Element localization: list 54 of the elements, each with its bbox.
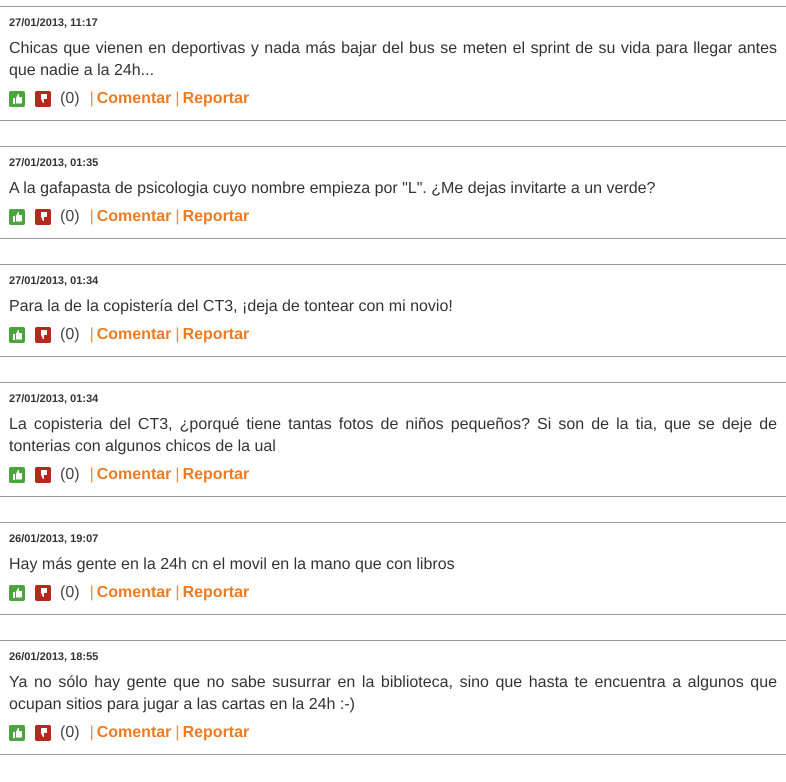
- thumbs-up-icon[interactable]: [9, 91, 25, 107]
- separator: |: [90, 723, 94, 743]
- vote-count: (0): [60, 465, 80, 485]
- thumbs-up-icon[interactable]: [9, 467, 25, 483]
- separator: |: [90, 325, 94, 345]
- post-date: 27/01/2013, 01:34: [9, 275, 100, 288]
- vote-count: (0): [60, 583, 80, 603]
- separator: |: [175, 325, 180, 345]
- separator: |: [90, 207, 94, 227]
- post-text: A la gafapasta de psicologia cuyo nombre empieza por "L". ¿Me dejas invitarte a un verde?: [9, 179, 656, 199]
- post-text: Chicas que vienen en deportivas y nada más bajar del bus se meten el sprint de su vida para llegar antes que nadie a la 24h...: [9, 39, 777, 81]
- separator: |: [175, 465, 180, 485]
- thumbs-down-icon[interactable]: [35, 467, 51, 483]
- post-date: 27/01/2013, 11:17: [9, 17, 99, 30]
- thumbs-down-icon[interactable]: [35, 585, 51, 601]
- separator: |: [90, 583, 94, 603]
- thumbs-down-icon[interactable]: [35, 209, 51, 225]
- comment-link[interactable]: Comentar: [96, 583, 172, 603]
- vote-count: (0): [60, 207, 80, 227]
- vote-count: (0): [60, 89, 80, 109]
- separator: |: [175, 723, 180, 743]
- comment-link[interactable]: Comentar: [96, 465, 172, 485]
- post-text: Ya no sólo hay gente que no sabe susurrar en la biblioteca, sino que hasta te encuentra a algunos que ocupan sitios para jugar a las cartas en la 24h :-): [9, 673, 777, 715]
- post-text: Hay más gente en la 24h cn el movil en la mano que con libros: [9, 555, 456, 575]
- thumbs-down-icon[interactable]: [35, 91, 51, 107]
- report-link[interactable]: Reportar: [182, 583, 250, 603]
- separator: |: [175, 89, 180, 109]
- thumbs-up-icon[interactable]: [9, 327, 25, 343]
- separator: |: [175, 583, 180, 603]
- thumbs-down-icon[interactable]: [35, 725, 51, 741]
- report-link[interactable]: Reportar: [182, 723, 250, 743]
- comment-link[interactable]: Comentar: [96, 207, 172, 227]
- post-date: 27/01/2013, 01:34: [9, 393, 100, 406]
- thumbs-down-icon[interactable]: [35, 327, 51, 343]
- thumbs-up-icon[interactable]: [9, 209, 25, 225]
- post-date: 27/01/2013, 01:35: [9, 157, 100, 170]
- report-link[interactable]: Reportar: [182, 207, 250, 227]
- post-text: Para la de la copistería del CT3, ¡deja de tontear con mi novio!: [9, 297, 454, 317]
- comment-link[interactable]: Comentar: [96, 89, 172, 109]
- vote-count: (0): [60, 723, 80, 743]
- separator: |: [90, 465, 94, 485]
- comment-link[interactable]: Comentar: [96, 325, 172, 345]
- report-link[interactable]: Reportar: [182, 325, 250, 345]
- post-text: La copisteria del CT3, ¿porqué tiene tantas fotos de niños pequeños? Si son de la tia, que se deje de tonterias con algunos chicos de la ual: [9, 415, 777, 457]
- comment-link[interactable]: Comentar: [96, 723, 172, 743]
- report-link[interactable]: Reportar: [182, 89, 250, 109]
- report-link[interactable]: Reportar: [182, 465, 250, 485]
- separator: |: [90, 89, 94, 109]
- vote-count: (0): [60, 325, 80, 345]
- post-date: 26/01/2013, 19:07: [9, 533, 100, 546]
- thumbs-up-icon[interactable]: [9, 585, 25, 601]
- post-date: 26/01/2013, 18:55: [9, 651, 100, 664]
- thumbs-up-icon[interactable]: [9, 725, 25, 741]
- separator: |: [175, 207, 180, 227]
